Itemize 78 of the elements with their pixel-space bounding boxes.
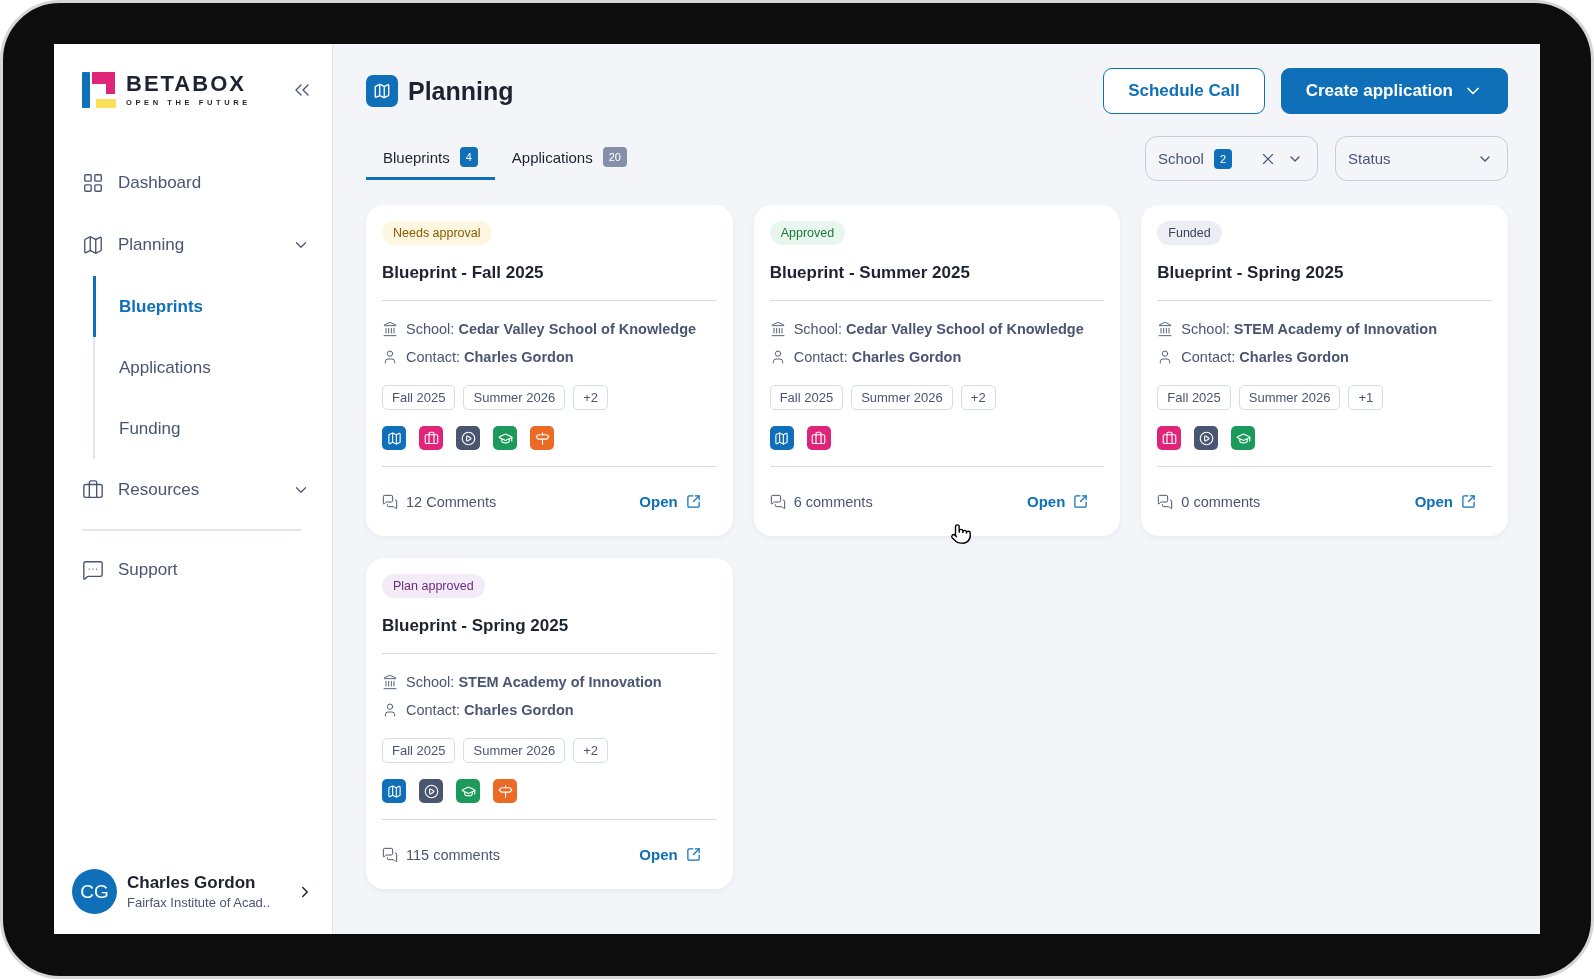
comments-icon <box>1157 493 1174 510</box>
open-link[interactable]: Open <box>639 493 701 510</box>
nav-subitem[interactable]: Applications <box>93 337 314 398</box>
chat-icon <box>82 559 104 581</box>
open-link[interactable]: Open <box>1027 493 1089 510</box>
comment-count: 12 Comments <box>406 493 497 510</box>
external-link-icon <box>1461 494 1476 509</box>
create-button[interactable]: Create application <box>1280 68 1508 114</box>
status-badge: Approved <box>769 221 846 245</box>
season-tag: +2 <box>960 385 996 410</box>
school-text: School: STEM Academy of Innovation <box>406 674 662 690</box>
avatar: CG <box>72 869 117 914</box>
season-tag: Fall 2025 <box>382 385 456 410</box>
page-title: Planning <box>408 76 514 106</box>
nav-subitem[interactable]: Blueprints <box>93 276 314 337</box>
map-icon <box>366 75 398 107</box>
contact-text: Contact: Charles Gordon <box>406 349 574 365</box>
building-icon <box>382 321 398 337</box>
comment-count: 0 comments <box>1181 493 1261 510</box>
count-badge: 4 <box>459 147 478 167</box>
filter-dropdown[interactable]: School 2 <box>1145 136 1318 181</box>
nav-item[interactable]: Support <box>82 539 314 601</box>
contact-text: Contact: Charles Gordon <box>406 702 574 718</box>
school-text: School: Cedar Valley School of Knowledge <box>406 321 697 337</box>
building-icon <box>769 321 786 337</box>
schedule-button[interactable]: Schedule Call <box>1103 68 1265 114</box>
season-tag: Fall 2025 <box>382 738 456 763</box>
season-tag: Summer 2026 <box>463 738 566 763</box>
school-text: School: STEM Academy of Innovation <box>1181 321 1438 337</box>
season-tag: Summer 2026 <box>463 385 566 410</box>
card-title: Blueprint - Summer 2025 <box>769 263 971 283</box>
filter-dropdown[interactable]: Status <box>1335 136 1508 181</box>
grid-icon <box>82 172 104 194</box>
briefcase-icon <box>82 479 104 501</box>
comments-icon <box>382 493 398 510</box>
season-tag: +2 <box>573 738 608 763</box>
open-link[interactable]: Open <box>639 846 701 863</box>
card-title: Blueprint - Spring 2025 <box>1157 263 1345 283</box>
comments-icon <box>382 846 398 863</box>
card-title: Blueprint - Fall 2025 <box>382 263 545 283</box>
nav-subitem[interactable]: Funding <box>93 398 314 459</box>
status-badge: Plan approved <box>382 574 485 598</box>
school-text: School: Cedar Valley School of Knowledge <box>793 321 1084 337</box>
count-badge: 2 <box>1213 148 1232 169</box>
map-icon <box>82 234 104 256</box>
brand-name: BETABOX <box>126 73 247 95</box>
comment-count: 6 comments <box>793 493 873 510</box>
card-title: Blueprint - Spring 2025 <box>382 616 570 636</box>
person-icon <box>382 702 398 718</box>
season-tag: +1 <box>1348 385 1384 410</box>
building-icon <box>382 674 398 690</box>
building-icon <box>1157 321 1174 337</box>
tab[interactable]: Applications 20 <box>494 137 644 180</box>
season-tag: Summer 2026 <box>1238 385 1341 410</box>
user-name: Charles Gordon <box>127 873 257 893</box>
nav-item[interactable]: Planning <box>82 214 314 276</box>
season-tag: Summer 2026 <box>851 385 953 410</box>
nav-item[interactable]: Dashboard <box>82 152 314 214</box>
user-organization: Fairfax Institute of Acad.. <box>127 895 272 910</box>
contact-text: Contact: Charles Gordon <box>793 349 962 365</box>
external-link-icon <box>685 847 701 862</box>
open-link[interactable]: Open <box>1414 493 1476 510</box>
season-tag: +2 <box>573 385 608 410</box>
logo-icon <box>82 72 118 108</box>
status-badge: Needs approval <box>382 221 492 245</box>
user-profile[interactable]: CG Charles Gordon Fairfax Institute of Acad.. <box>72 869 314 914</box>
person-icon <box>382 349 398 365</box>
season-tag: Fall 2025 <box>1157 385 1231 410</box>
external-link-icon <box>685 494 701 509</box>
count-badge: 20 <box>602 147 627 167</box>
nav-item[interactable]: Resources <box>82 459 314 521</box>
external-link-icon <box>1073 494 1089 509</box>
comments-icon <box>769 493 786 510</box>
contact-text: Contact: Charles Gordon <box>1181 349 1349 365</box>
status-badge: Funded <box>1157 221 1222 245</box>
comment-count: 115 comments <box>406 846 501 863</box>
season-tag: Fall 2025 <box>769 385 844 410</box>
tab[interactable]: Blueprints 4 <box>366 137 495 180</box>
